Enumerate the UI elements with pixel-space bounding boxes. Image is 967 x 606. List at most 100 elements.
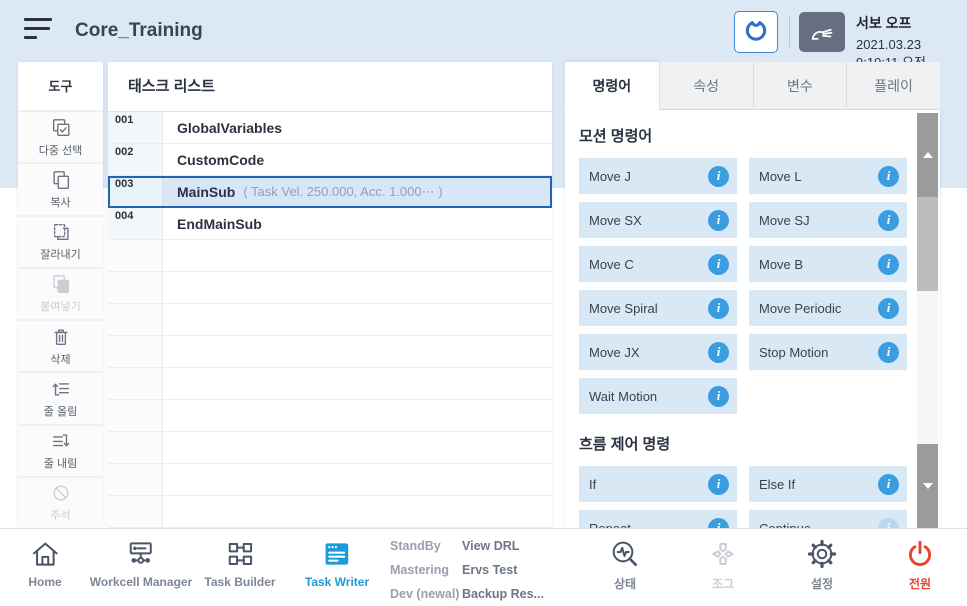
tab-play[interactable]: 플레이 (846, 62, 940, 110)
home-icon (29, 538, 61, 570)
nav-task-builder[interactable]: Task Builder (204, 538, 275, 589)
nav-workcell-manager[interactable]: Workcell Manager (90, 538, 192, 589)
command-button-move-sx[interactable]: Move SX (579, 202, 737, 238)
tool-cut[interactable]: 잘라내기 (18, 217, 103, 269)
mode-text: Dev (newal) (390, 582, 459, 606)
task-row-detail: ( Task Vel. 250.000, Acc. 1.000⋯ ) (243, 184, 442, 200)
task-row-empty (108, 400, 552, 432)
command-button-move-periodic[interactable]: Move Periodic (749, 290, 907, 326)
line-down-icon (50, 430, 72, 452)
command-button-move-spiral[interactable]: Move Spiral (579, 290, 737, 326)
info-icon[interactable] (708, 210, 729, 231)
nav-settings[interactable]: 설정 (806, 538, 838, 592)
task-row-number: 004 (108, 208, 163, 239)
info-icon[interactable] (878, 254, 899, 275)
nav-power[interactable]: 전원 (904, 538, 936, 592)
task-row[interactable]: 001 GlobalVariables (108, 112, 552, 144)
tool-delete[interactable]: 삭제 (18, 321, 103, 373)
task-row-number: 003 (108, 176, 163, 207)
info-icon[interactable] (708, 298, 729, 319)
command-button-wait-motion[interactable]: Wait Motion (579, 378, 737, 414)
command-scrollbar (917, 113, 938, 528)
workcell-manager-icon (125, 538, 157, 570)
robot-arm-icon[interactable] (799, 12, 845, 52)
tab-commands[interactable]: 명령어 (565, 62, 659, 110)
info-icon[interactable] (878, 342, 899, 363)
info-icon[interactable] (878, 210, 899, 231)
task-row-number: 001 (108, 112, 163, 143)
command-button-stop-motion[interactable]: Stop Motion (749, 334, 907, 370)
view-drl-link[interactable]: View DRL (462, 534, 544, 558)
command-button-move-b[interactable]: Move B (749, 246, 907, 282)
command-button-move-sj[interactable]: Move SJ (749, 202, 907, 238)
mode-text: StandBy (390, 534, 459, 558)
backup-restore-link[interactable]: Backup Res... (462, 582, 544, 606)
tools-sidebar: 도구 다중 선택 복사 잘라내기 붙여넣기 삭제 (18, 62, 103, 528)
header-separator (789, 16, 790, 47)
info-icon[interactable] (878, 474, 899, 495)
scroll-down-icon[interactable] (917, 444, 938, 528)
info-icon[interactable] (708, 254, 729, 275)
info-icon[interactable] (708, 518, 729, 529)
task-row-empty (108, 432, 552, 464)
command-list: 모션 명령어 Move J Move L Move SX Move SJ Mov… (565, 110, 940, 528)
nav-task-writer[interactable]: Task Writer (305, 538, 369, 589)
app-header: Core_Training 서보 오프 2021.03.23 9:19:11 오… (0, 0, 967, 62)
motion-command-grid: Move J Move L Move SX Move SJ Move C Mov… (579, 158, 940, 414)
tool-label: 붙여넣기 (40, 298, 80, 314)
robot-mode-button[interactable] (734, 11, 778, 53)
tool-label: 잘라내기 (40, 246, 80, 262)
command-button-move-c[interactable]: Move C (579, 246, 737, 282)
tool-paste: 붙여넣기 (18, 269, 103, 321)
task-row-empty (108, 272, 552, 304)
tool-label: 주석 (50, 507, 70, 523)
scrollbar-thumb[interactable] (917, 197, 938, 291)
jog-icon (707, 538, 739, 570)
task-row-empty (108, 336, 552, 368)
cut-icon (50, 221, 72, 243)
paste-icon (50, 273, 72, 295)
servo-status: 서보 오프 (856, 13, 967, 33)
nav-home[interactable]: Home (28, 538, 61, 589)
delete-icon (50, 326, 72, 348)
command-button-if[interactable]: If (579, 466, 737, 502)
flow-section-title: 흐름 제어 명령 (579, 433, 940, 454)
task-row[interactable]: 002 CustomCode (108, 144, 552, 176)
command-button-move-j[interactable]: Move J (579, 158, 737, 194)
task-row-selected[interactable]: 003 MainSub ( Task Vel. 250.000, Acc. 1.… (108, 176, 552, 208)
task-row-name: CustomCode (177, 152, 264, 168)
menu-icon[interactable] (24, 18, 52, 44)
task-row[interactable]: 004 EndMainSub (108, 208, 552, 240)
copy-icon (50, 169, 72, 191)
tool-comment: 주석 (18, 478, 103, 528)
line-up-icon (50, 378, 72, 400)
tool-line-up[interactable]: 줄 올림 (18, 373, 103, 425)
info-icon[interactable] (878, 298, 899, 319)
scroll-up-icon[interactable] (917, 113, 938, 197)
task-row-name: GlobalVariables (177, 120, 282, 136)
command-button-move-jx[interactable]: Move JX (579, 334, 737, 370)
tab-variables[interactable]: 변수 (753, 62, 847, 110)
command-button-continue[interactable]: Continue (749, 510, 907, 528)
info-icon[interactable] (708, 474, 729, 495)
task-list-title: 태스크 리스트 (108, 62, 552, 112)
command-button-else-if[interactable]: Else If (749, 466, 907, 502)
info-icon[interactable] (878, 166, 899, 187)
command-button-move-l[interactable]: Move L (749, 158, 907, 194)
info-icon[interactable] (708, 342, 729, 363)
settings-icon (806, 538, 838, 570)
command-button-repeat[interactable]: Repeat (579, 510, 737, 528)
info-icon-disabled (878, 518, 899, 529)
mode-text: Mastering (390, 558, 459, 582)
nav-status[interactable]: 상태 (609, 538, 641, 592)
tool-label: 다중 선택 (39, 142, 83, 158)
bottom-navigation: Home Workcell Manager Task Builder Task … (0, 528, 967, 605)
scrollbar-track[interactable] (917, 291, 938, 444)
tool-line-down[interactable]: 줄 내림 (18, 426, 103, 478)
tool-multi-select[interactable]: 다중 선택 (18, 112, 103, 164)
info-icon[interactable] (708, 166, 729, 187)
tab-properties[interactable]: 속성 (659, 62, 753, 110)
ervs-test-link[interactable]: Ervs Test (462, 558, 544, 582)
info-icon[interactable] (708, 386, 729, 407)
tool-copy[interactable]: 복사 (18, 164, 103, 216)
